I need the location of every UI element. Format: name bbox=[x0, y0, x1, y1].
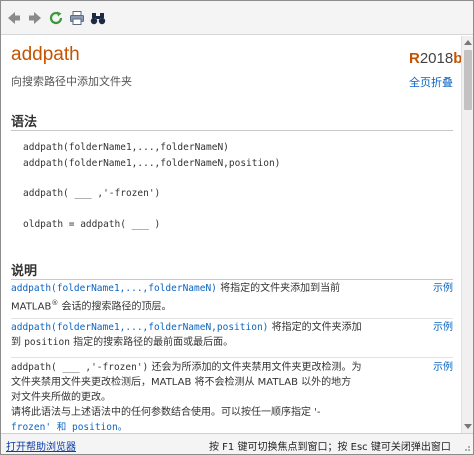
syntax-line: addpath(folderName1,...,folderNameN,posi… bbox=[23, 158, 281, 169]
divider bbox=[11, 130, 453, 131]
description-row: addpath(folderName1,...,folderNameN) 将指定… bbox=[11, 281, 453, 313]
refresh-icon[interactable] bbox=[47, 9, 65, 27]
page-title: addpath bbox=[11, 44, 80, 65]
doc-content: addpath R2018b 向搜索路径中添加文件夹 全页折叠 语法 addpa… bbox=[1, 36, 461, 433]
scroll-thumb[interactable] bbox=[464, 50, 472, 110]
example-link[interactable]: 示例 bbox=[433, 360, 453, 375]
find-binoculars-icon[interactable] bbox=[89, 9, 107, 27]
help-popup-window: addpath R2018b 向搜索路径中添加文件夹 全页折叠 语法 addpa… bbox=[0, 0, 474, 455]
print-icon[interactable] bbox=[68, 9, 86, 27]
back-arrow-icon[interactable] bbox=[5, 9, 23, 27]
divider bbox=[11, 357, 453, 358]
syntax-link[interactable]: addpath(folderName1,...,folderNameN,posi… bbox=[11, 322, 268, 333]
example-link[interactable]: 示例 bbox=[433, 281, 453, 296]
syntax-link[interactable]: addpath(folderName1,...,folderNameN) bbox=[11, 283, 217, 294]
syntax-line: oldpath = addpath( ___ ) bbox=[23, 219, 161, 230]
description-row: addpath(folderName1,...,folderNameN,posi… bbox=[11, 320, 453, 348]
syntax-heading: 语法 bbox=[11, 115, 38, 130]
open-help-browser-link[interactable]: 打开帮助浏览器 bbox=[6, 438, 76, 453]
resize-grip-icon[interactable] bbox=[461, 442, 471, 452]
release-badge: R2018b bbox=[409, 50, 461, 67]
scroll-up-icon[interactable] bbox=[462, 36, 474, 48]
vertical-scrollbar[interactable] bbox=[461, 36, 473, 433]
description-heading: 说明 bbox=[11, 264, 38, 279]
divider bbox=[11, 279, 453, 280]
collapse-all-link[interactable]: 全页折叠 bbox=[409, 74, 453, 90]
page-subtitle: 向搜索路径中添加文件夹 bbox=[11, 75, 132, 88]
description-row: addpath( ___ ,'-frozen') 还会为所添加的文件夹禁用文件夹… bbox=[11, 360, 453, 433]
toolbar bbox=[1, 1, 473, 35]
status-bar: 打开帮助浏览器 按 F1 键可切换焦点到窗口；按 Esc 键可关闭弹出窗口 bbox=[1, 433, 473, 454]
syntax-line: addpath( ___ ,'-frozen') bbox=[23, 188, 161, 199]
forward-arrow-icon[interactable] bbox=[26, 9, 44, 27]
keyboard-hint: 按 F1 键可切换焦点到窗口；按 Esc 键可关闭弹出窗口 bbox=[209, 442, 451, 453]
divider bbox=[11, 318, 453, 319]
syntax-line: addpath(folderName1,...,folderNameN) bbox=[23, 142, 229, 153]
example-link[interactable]: 示例 bbox=[433, 320, 453, 335]
scroll-down-icon[interactable] bbox=[462, 421, 474, 433]
